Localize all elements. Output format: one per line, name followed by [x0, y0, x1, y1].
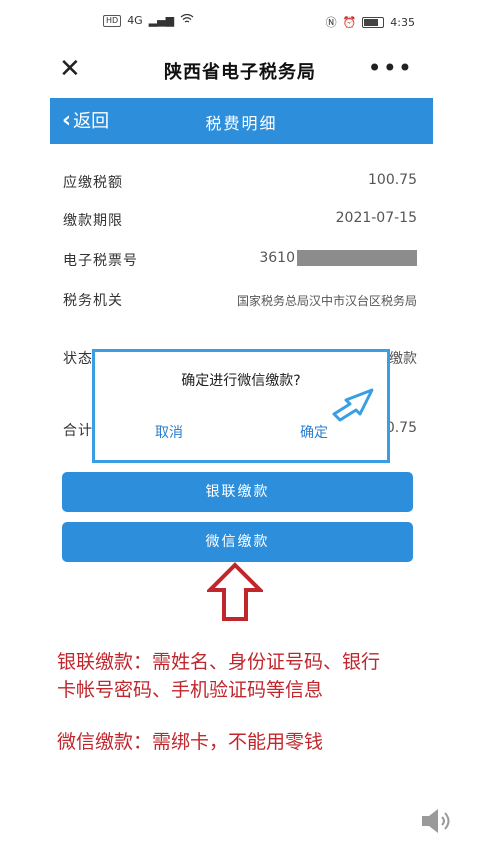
confirm-dialog: 确定进行微信缴款? 取消 确定: [92, 349, 390, 463]
deadline-value: 2021-07-15: [335, 210, 417, 226]
dialog-confirm-button[interactable]: 确定: [300, 422, 328, 442]
page-title: 税费明细: [205, 114, 278, 133]
note-wechat: 微信缴款：需绑卡，不能用零钱: [57, 731, 324, 753]
status-right: Ⓝ ⏰ 4:35: [326, 14, 415, 30]
detail-row-ticket: 电子税票号 3610: [63, 250, 417, 274]
tax-amount-label: 应缴税额: [63, 175, 123, 191]
dialog-cancel-button[interactable]: 取消: [155, 422, 183, 442]
speaker-icon[interactable]: [419, 806, 453, 836]
signal-icon: ▂▄▆: [148, 14, 175, 27]
status-value: 缴款: [389, 351, 417, 367]
wechat-pay-button[interactable]: 微信缴款: [62, 522, 413, 562]
total-value: 0.75: [385, 420, 417, 436]
redacted-block: [297, 250, 417, 266]
wifi-icon: [180, 13, 194, 27]
clock: 4:35: [390, 15, 415, 29]
authority-label: 税务机关: [63, 293, 123, 309]
phone-screen: HD 4G ▂▄▆ Ⓝ ⏰ 4:35 ✕ 陕西省电子税务局 ••• ‹ 返回 税…: [47, 0, 450, 854]
ticket-value-prefix: 3610: [259, 250, 295, 266]
pointer-arrow-icon: [332, 388, 374, 422]
title-bar: ✕ 陕西省电子税务局 •••: [47, 44, 433, 98]
total-label: 合计: [63, 423, 93, 439]
deadline-label: 缴款期限: [63, 213, 123, 229]
nfc-icon: Ⓝ: [325, 16, 337, 29]
up-arrow-icon: [207, 562, 263, 621]
network-badge: 4G: [127, 14, 143, 27]
battery-icon: [362, 16, 385, 28]
ticket-value: 3610: [259, 250, 417, 266]
unionpay-pay-button[interactable]: 银联缴款: [62, 472, 413, 512]
status-left: HD 4G ▂▄▆: [103, 13, 194, 27]
authority-value: 国家税务总局汉中市汉台区税务局: [236, 294, 417, 308]
note-unionpay-line1: 银联缴款：需姓名、身份证号码、银行: [57, 651, 381, 673]
status-bar: HD 4G ▂▄▆ Ⓝ ⏰ 4:35: [47, 0, 433, 40]
status-label: 状态: [63, 351, 93, 367]
detail-row-authority: 税务机关 国家税务总局汉中市汉台区税务局: [63, 290, 417, 314]
alarm-icon: ⏰: [342, 15, 357, 29]
note-unionpay-line2: 卡帐号密码、手机验证码等信息: [57, 679, 324, 701]
detail-row-deadline: 缴款期限 2021-07-15: [63, 210, 417, 234]
tax-amount-value: 100.75: [368, 172, 417, 188]
page-nav-bar: ‹ 返回 税费明细: [50, 98, 433, 144]
hd-badge: HD: [103, 14, 122, 27]
more-menu-icon[interactable]: •••: [368, 54, 413, 82]
ticket-label: 电子税票号: [63, 253, 138, 269]
detail-row-tax-amount: 应缴税额 100.75: [63, 172, 417, 196]
